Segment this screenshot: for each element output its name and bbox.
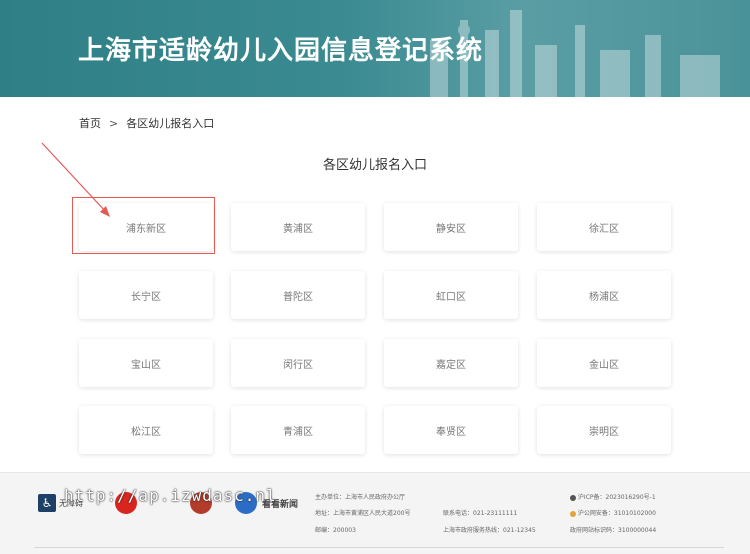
icp-icon <box>570 494 576 501</box>
footer: ♿ 无障碍 看看新闻 http://ap.izwdasc.nl 主办单位：上海市… <box>0 472 750 554</box>
district-card-jingan[interactable]: 静安区 <box>384 203 518 251</box>
district-card-fengxian[interactable]: 奉贤区 <box>384 406 518 454</box>
footer-phone: 联系电话：021-23111111 <box>443 510 518 517</box>
footer-sponsor: 主办单位：上海市人民政府办公厅 <box>315 494 406 501</box>
district-card-hongkou[interactable]: 虹口区 <box>384 271 518 319</box>
accessibility-icon: ♿ <box>38 494 56 512</box>
district-card-putuo[interactable]: 普陀区 <box>231 271 365 319</box>
watermark-url: http://ap.izwdasc.nl <box>64 486 277 505</box>
footer-site-code: 政府网站标识码：3100000044 <box>570 527 657 534</box>
district-card-qingpu[interactable]: 青浦区 <box>231 406 365 454</box>
district-card-jiading[interactable]: 嘉定区 <box>384 339 518 387</box>
footer-police: 沪公网安备：31010102000 <box>570 508 656 517</box>
police-badge-icon <box>570 510 576 517</box>
district-card-changning[interactable]: 长宁区 <box>79 271 213 319</box>
district-card-minhang[interactable]: 闵行区 <box>231 339 365 387</box>
footer-address: 地址：上海市黄浦区人民大道200号 <box>315 510 411 517</box>
district-card-songjiang[interactable]: 松江区 <box>79 406 213 454</box>
district-card-baoshan[interactable]: 宝山区 <box>79 339 213 387</box>
district-card-xuhui[interactable]: 徐汇区 <box>537 203 671 251</box>
district-card-jinshan[interactable]: 金山区 <box>537 339 671 387</box>
district-card-huangpu[interactable]: 黄浦区 <box>231 203 365 251</box>
footer-divider <box>34 547 724 548</box>
highlight-box <box>72 197 215 254</box>
district-card-yangpu[interactable]: 杨浦区 <box>537 271 671 319</box>
footer-hotline: 上海市政府服务热线：021-12345 <box>443 527 536 534</box>
district-card-chongming[interactable]: 崇明区 <box>537 406 671 454</box>
footer-icp: 沪ICP备：2023016290号-1 <box>570 492 656 501</box>
footer-postcode: 邮编：200003 <box>315 527 356 534</box>
